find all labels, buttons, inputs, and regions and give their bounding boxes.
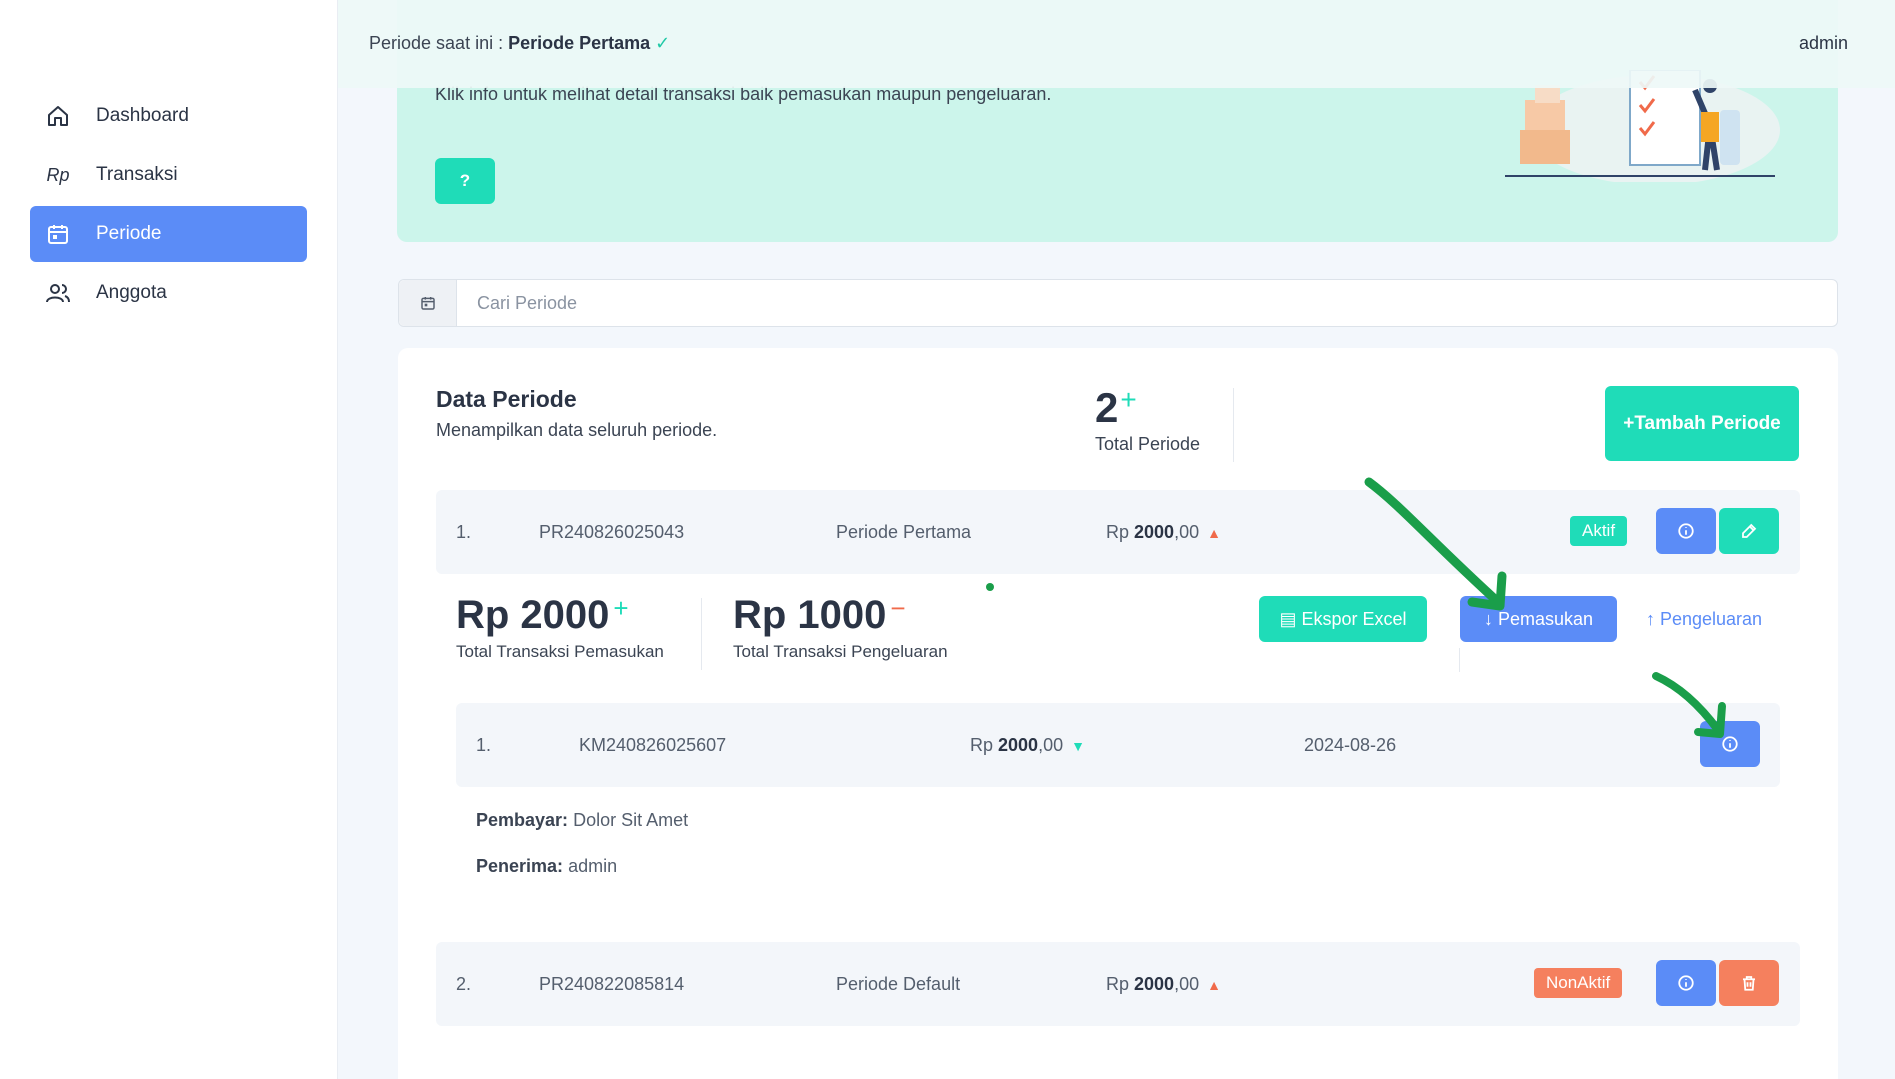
divider [1459,648,1460,672]
current-period-prefix: Periode saat ini : [369,33,509,53]
topbar: Periode saat ini : Periode Pertama ✓ admi… [338,0,1895,88]
arrow-down-icon: ↓ [1483,608,1498,629]
penerima-value: admin [568,856,618,876]
total-pemasukan-stat: Rp 2000 + Total Transaksi Pemasukan [456,593,664,662]
row-amount: Rp 2000,00 ▲ [1106,974,1221,995]
card-title: Data Periode [436,386,577,412]
table-row[interactable]: 2. PR240822085814 Periode Default Rp 200… [436,942,1800,1026]
row-amount: Rp 2000,00 ▲ [1106,522,1221,543]
edit-icon [1742,523,1757,538]
row-index: 2. [456,974,472,994]
minus-icon: − [890,593,906,623]
amount-value: 2000 [1134,522,1175,542]
calendar-icon [399,280,457,326]
status-badge: Aktif [1570,516,1628,546]
amount-currency: Rp [1106,974,1135,994]
help-button[interactable]: ? [435,158,495,204]
delete-button[interactable] [1719,960,1779,1006]
annotation-dot [986,583,994,591]
edit-button[interactable] [1719,508,1779,554]
penerima-line: Penerima: admin [476,856,617,877]
chevron-up-icon[interactable]: ▲ [1207,977,1221,993]
period-data-card: Data Periode Menampilkan data seluruh pe… [398,348,1838,1079]
info-icon [1678,975,1694,991]
check-icon: ✓ [655,33,671,53]
row-index: 1. [456,522,472,542]
users-icon [44,279,72,307]
chevron-up-icon[interactable]: ▲ [1207,525,1221,541]
amount-currency: Rp [970,735,999,755]
card-subtitle: Menampilkan data seluruh periode. [436,420,718,440]
sidebar-item-label: Periode [96,223,162,244]
add-period-button[interactable]: +Tambah Periode [1605,386,1799,461]
amount-decimals: ,00 [1038,735,1064,755]
trash-icon [1743,976,1755,991]
pengeluaran-label: Total Transaksi Pengeluaran [733,642,948,661]
sidebar-nav: Dashboard Rp Transaksi Periode Anggota [30,88,307,324]
tab-pemasukan-label: Pemasukan [1497,608,1594,629]
divider [1233,388,1234,462]
total-period-count: 2 [1095,384,1119,431]
info-icon [1722,736,1738,752]
row-name: Periode Default [836,974,961,994]
export-excel-label: Ekspor Excel [1301,608,1407,629]
transaction-row[interactable]: 1. KM240826025607 Rp 2000,00 ▼ 2024-08-26 [456,703,1780,787]
total-pengeluaran-stat: Rp 1000− Total Transaksi Pengeluaran [733,593,948,662]
calendar-icon [44,220,72,248]
divider [701,598,702,670]
transaction-date: 2024-08-26 [1304,735,1397,755]
amount-decimals: ,00 [1174,522,1200,542]
spreadsheet-icon: ▤ [1279,608,1302,629]
sidebar-item-dashboard[interactable]: Dashboard [30,88,307,144]
penerima-label: Penerima: [476,856,564,876]
transaction-amount: Rp 2000,00 ▼ [970,735,1085,756]
sidebar-item-periode[interactable]: Periode [30,206,307,262]
period-search [398,279,1838,327]
amount-currency: Rp [1106,522,1135,542]
pembayar-label: Pembayar: [476,810,569,830]
row-code: PR240822085814 [539,974,685,994]
transaction-index: 1. [476,735,492,755]
info-button[interactable] [1656,960,1716,1006]
pemasukan-label: Total Transaksi Pemasukan [456,642,664,661]
current-period-name: Periode Pertama [508,33,651,53]
export-excel-button[interactable]: ▤ Ekspor Excel [1259,596,1427,642]
sidebar: Dashboard Rp Transaksi Periode Anggota [0,0,338,1079]
row-code: PR240826025043 [539,522,685,542]
amount-value: 2000 [1134,974,1175,994]
sidebar-item-label: Dashboard [96,105,189,126]
pembayar-value: Dolor Sit Amet [573,810,689,830]
tab-pengeluaran-label: Pengeluaran [1659,608,1763,629]
rupiah-icon: Rp [46,164,70,185]
transaction-info-button[interactable] [1700,721,1760,767]
info-button[interactable] [1656,508,1716,554]
search-input[interactable] [457,280,1837,326]
total-period-label: Total Periode [1095,434,1201,454]
plus-icon: + [613,593,629,623]
amount-decimals: ,00 [1174,974,1200,994]
sidebar-item-label: Anggota [96,282,167,303]
pengeluaran-amount: Rp 1000 [733,593,887,637]
row-name: Periode Pertama [836,522,972,542]
amount-value: 2000 [998,735,1039,755]
tab-pemasukan[interactable]: ↓ Pemasukan [1460,596,1617,642]
info-icon [1678,523,1694,539]
pembayar-line: Pembayar: Dolor Sit Amet [476,810,688,831]
sidebar-item-transaksi[interactable]: Rp Transaksi [30,147,307,203]
sidebar-item-anggota[interactable]: Anggota [30,265,307,321]
status-badge: NonAktif [1534,968,1623,998]
user-menu[interactable]: admin [1799,33,1848,54]
arrow-up-icon: ↑ [1645,608,1660,629]
chevron-down-icon[interactable]: ▼ [1071,738,1085,754]
home-icon [44,102,72,130]
tab-pengeluaran[interactable]: ↑ Pengeluaran [1634,596,1774,642]
table-row[interactable]: 1. PR240826025043 Periode Pertama Rp 200… [436,490,1800,574]
total-period-stat: 2+ Total Periode [1095,384,1200,455]
sidebar-item-label: Transaksi [96,164,178,185]
current-period-indicator: Periode saat ini : Periode Pertama ✓ [369,33,670,54]
plus-icon: + [1120,384,1137,415]
pemasukan-amount: Rp 2000 [456,593,610,637]
transaction-code: KM240826025607 [579,735,727,755]
